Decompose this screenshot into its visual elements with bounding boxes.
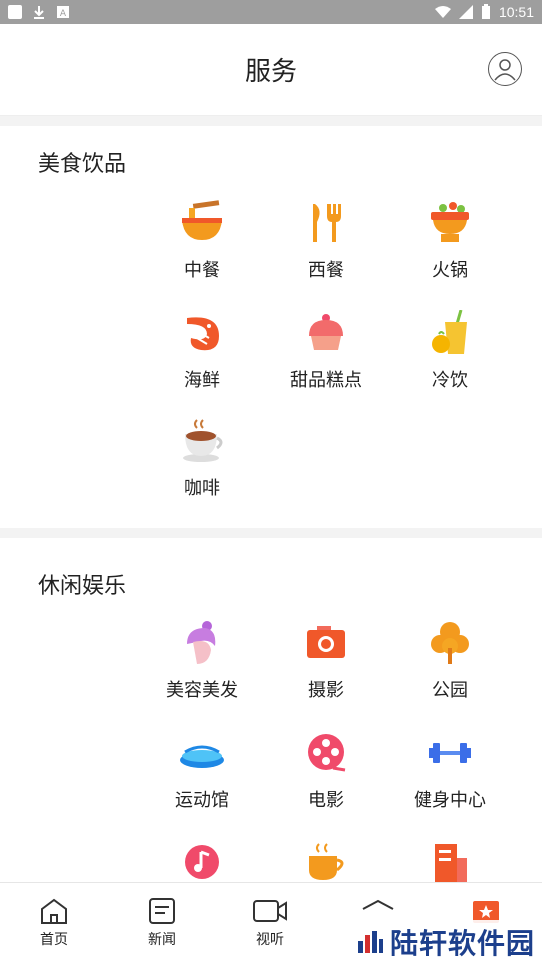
coffee-cup-icon — [183, 419, 223, 462]
page-header: 服务 — [0, 24, 542, 116]
service-label: 运动馆 — [175, 790, 229, 811]
service-label: 甜品糕点 — [290, 370, 362, 391]
section-divider — [0, 116, 542, 126]
news-icon — [149, 898, 175, 924]
app-notification-icon: A — [57, 6, 69, 19]
video-icon — [253, 900, 287, 922]
service-item-gym[interactable]: 健身中心 — [388, 730, 512, 828]
home-icon — [41, 898, 67, 924]
status-notifications: A — [8, 5, 70, 19]
watermark-text: 陆轩软件园 — [390, 927, 536, 960]
watermark-logo: 陆轩软件园 — [352, 920, 540, 964]
watermark-emblem-icon — [358, 931, 383, 953]
signal-icon — [458, 5, 473, 19]
tab-label: 新闻 — [148, 932, 176, 948]
dumbbell-icon — [429, 743, 471, 763]
service-item-cold-drinks[interactable]: 冷饮 — [388, 310, 512, 408]
download-icon — [34, 6, 44, 19]
service-item-beauty[interactable]: 美容美发 — [140, 620, 264, 718]
notification-square-icon — [8, 5, 22, 19]
hotpot-icon — [431, 202, 469, 242]
service-label: 西餐 — [308, 260, 344, 281]
office-building-icon — [435, 844, 467, 882]
film-reel-icon — [308, 734, 346, 772]
camera-icon — [307, 626, 345, 658]
service-label: 美容美发 — [166, 680, 238, 701]
page-title: 服务 — [244, 57, 297, 87]
service-item-chinese-food[interactable]: 中餐 — [140, 200, 264, 298]
service-label: 电影 — [308, 790, 344, 811]
service-item-hotpot[interactable]: 火锅 — [388, 200, 512, 298]
service-item-tea[interactable] — [264, 840, 388, 882]
section-heading: 休闲娱乐 — [38, 574, 127, 599]
service-label: 火锅 — [432, 260, 468, 281]
tea-cup-icon — [309, 843, 344, 880]
service-label: 摄影 — [308, 680, 344, 701]
service-item-western-food[interactable]: 西餐 — [264, 200, 388, 298]
tree-icon — [431, 622, 469, 664]
cold-drink-icon — [432, 310, 467, 354]
svg-text:A: A — [60, 9, 67, 19]
service-label: 健身中心 — [414, 790, 486, 811]
user-avatar-button[interactable] — [488, 52, 522, 86]
service-item-photography[interactable]: 摄影 — [264, 620, 388, 718]
tab-label: 视听 — [256, 932, 284, 948]
status-bar: A 10:51 — [0, 0, 542, 24]
service-item-building[interactable] — [388, 840, 512, 882]
tab-video[interactable]: 视听 — [240, 897, 300, 949]
tab-label: 首页 — [40, 932, 68, 948]
beauty-icon — [187, 621, 216, 664]
music-note-icon — [185, 845, 219, 879]
service-item-stadium[interactable]: 运动馆 — [140, 730, 264, 828]
service-label: 公园 — [432, 680, 468, 701]
shrimp-icon — [187, 317, 219, 351]
battery-icon — [481, 4, 490, 19]
service-item-music[interactable] — [140, 840, 264, 882]
status-time: 10:51 — [498, 4, 534, 20]
cupcake-icon — [309, 314, 343, 350]
service-label: 咖啡 — [184, 478, 220, 499]
section-divider — [0, 528, 542, 538]
section-heading: 美食饮品 — [38, 152, 127, 177]
service-item-park[interactable]: 公园 — [388, 620, 512, 718]
stadium-icon — [180, 745, 224, 768]
service-item-coffee[interactable]: 咖啡 — [140, 418, 264, 516]
service-item-seafood[interactable]: 海鲜 — [140, 310, 264, 408]
service-label: 海鲜 — [184, 370, 220, 391]
service-item-desserts[interactable]: 甜品糕点 — [264, 310, 388, 408]
fork-knife-icon — [313, 204, 341, 242]
section-leisure: 休闲娱乐 美容美发 摄影 公园 运动馆 电影 健身中心 — [0, 538, 542, 882]
tab-news[interactable]: 新闻 — [132, 897, 192, 949]
tab-home[interactable]: 首页 — [24, 897, 84, 949]
noodle-bowl-icon — [182, 200, 222, 240]
wifi-icon — [434, 6, 451, 18]
service-label: 冷饮 — [432, 370, 468, 391]
service-label: 中餐 — [184, 260, 220, 281]
service-item-movie[interactable]: 电影 — [264, 730, 388, 828]
section-food-drinks: 美食饮品 中餐 西餐 火锅 海鲜 甜品糕点 冷饮 咖啡 — [0, 126, 542, 528]
user-icon — [494, 59, 516, 81]
